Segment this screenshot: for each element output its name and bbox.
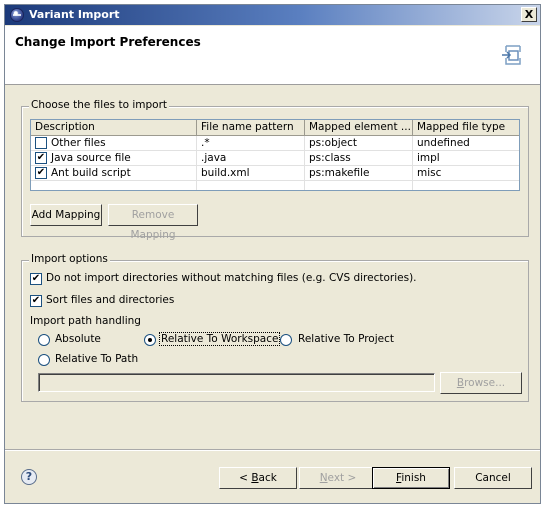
path-input[interactable] xyxy=(38,373,435,392)
footer-separator xyxy=(5,449,540,451)
browse-button[interactable]: Browse... xyxy=(440,372,522,394)
table-row-empty xyxy=(31,181,519,190)
radio-relative-project-label[interactable]: Relative To Project xyxy=(298,333,394,345)
radio-relative-workspace[interactable] xyxy=(144,334,156,346)
row-description: Other files xyxy=(51,137,106,149)
sort-files-label[interactable]: Sort files and directories xyxy=(46,294,174,306)
page-title: Change Import Preferences xyxy=(15,35,201,49)
title-bar[interactable]: Variant Import X xyxy=(5,5,540,25)
empty-cell xyxy=(197,181,305,190)
pattern-cell: build.xml xyxy=(197,166,305,181)
element-cell: ps:makefile xyxy=(305,166,413,181)
pattern-cell: .* xyxy=(197,136,305,151)
type-cell: misc xyxy=(413,166,519,181)
column-header-type[interactable]: Mapped file type xyxy=(413,120,519,136)
import-wizard-icon xyxy=(502,45,521,65)
next-label: ext > xyxy=(327,472,357,484)
row-description: Java source file xyxy=(51,152,131,164)
radio-relative-path-label[interactable]: Relative To Path xyxy=(55,353,138,365)
description-cell: Ant build script xyxy=(31,166,197,181)
table-header: Description File name pattern Mapped ele… xyxy=(31,120,519,136)
type-cell: impl xyxy=(413,151,519,166)
back-button[interactable]: < Back xyxy=(219,467,297,489)
next-button[interactable]: Next > xyxy=(299,467,377,489)
table-row[interactable]: Java source file .java ps:class impl xyxy=(31,151,519,166)
help-icon[interactable]: ? xyxy=(21,469,37,485)
browse-label: rowse... xyxy=(464,377,506,389)
type-cell: undefined xyxy=(413,136,519,151)
files-group-label: Choose the files to import xyxy=(29,99,170,111)
column-header-element[interactable]: Mapped element ... xyxy=(305,120,413,136)
row-description: Ant build script xyxy=(51,167,131,179)
path-handling-label: Import path handling xyxy=(30,315,141,327)
mapping-table[interactable]: Description File name pattern Mapped ele… xyxy=(30,119,520,191)
window-title: Variant Import xyxy=(29,8,120,21)
row-checkbox[interactable] xyxy=(35,137,47,149)
element-cell: ps:object xyxy=(305,136,413,151)
no-import-dirs-checkbox[interactable] xyxy=(30,273,42,285)
radio-relative-path[interactable] xyxy=(38,354,50,366)
no-import-dirs-label[interactable]: Do not import directories without matchi… xyxy=(46,272,417,284)
back-prefix: < xyxy=(239,472,252,484)
next-mnemonic: N xyxy=(319,472,328,484)
column-header-pattern[interactable]: File name pattern xyxy=(197,120,305,136)
import-options-label: Import options xyxy=(29,253,110,265)
column-header-description[interactable]: Description xyxy=(31,120,197,136)
close-button[interactable]: X xyxy=(521,7,537,22)
back-mnemonic: B xyxy=(251,472,259,484)
row-checkbox[interactable] xyxy=(35,152,47,164)
description-cell: Java source file xyxy=(31,151,197,166)
finish-label: inish xyxy=(401,472,426,484)
radio-absolute[interactable] xyxy=(38,334,50,346)
eclipse-icon xyxy=(10,8,24,22)
empty-cell xyxy=(31,181,197,190)
radio-relative-workspace-label[interactable]: Relative To Workspace xyxy=(158,332,281,346)
radio-relative-project[interactable] xyxy=(280,334,292,346)
empty-cell xyxy=(305,181,413,190)
pattern-cell: .java xyxy=(197,151,305,166)
empty-cell xyxy=(413,181,519,190)
browse-mnemonic: B xyxy=(456,377,465,389)
row-checkbox[interactable] xyxy=(35,167,47,179)
table-row[interactable]: Other files .* ps:object undefined xyxy=(31,136,519,151)
wizard-banner: Change Import Preferences xyxy=(5,26,540,85)
table-row[interactable]: Ant build script build.xml ps:makefile m… xyxy=(31,166,519,181)
finish-button[interactable]: Finish xyxy=(372,467,450,489)
remove-mapping-button[interactable]: Remove Mapping xyxy=(108,204,198,241)
sort-files-checkbox[interactable] xyxy=(30,295,42,307)
element-cell: ps:class xyxy=(305,151,413,166)
cancel-button[interactable]: Cancel xyxy=(454,467,532,489)
back-label: ack xyxy=(258,472,277,484)
description-cell: Other files xyxy=(31,136,197,151)
add-mapping-button[interactable]: Add Mapping xyxy=(30,204,102,226)
radio-absolute-label[interactable]: Absolute xyxy=(55,333,101,345)
files-group: Choose the files to import Description F… xyxy=(21,99,529,241)
import-options-group: Import options Do not import directories… xyxy=(21,253,529,402)
variant-import-dialog: Variant Import X Change Import Preferenc… xyxy=(4,4,541,504)
